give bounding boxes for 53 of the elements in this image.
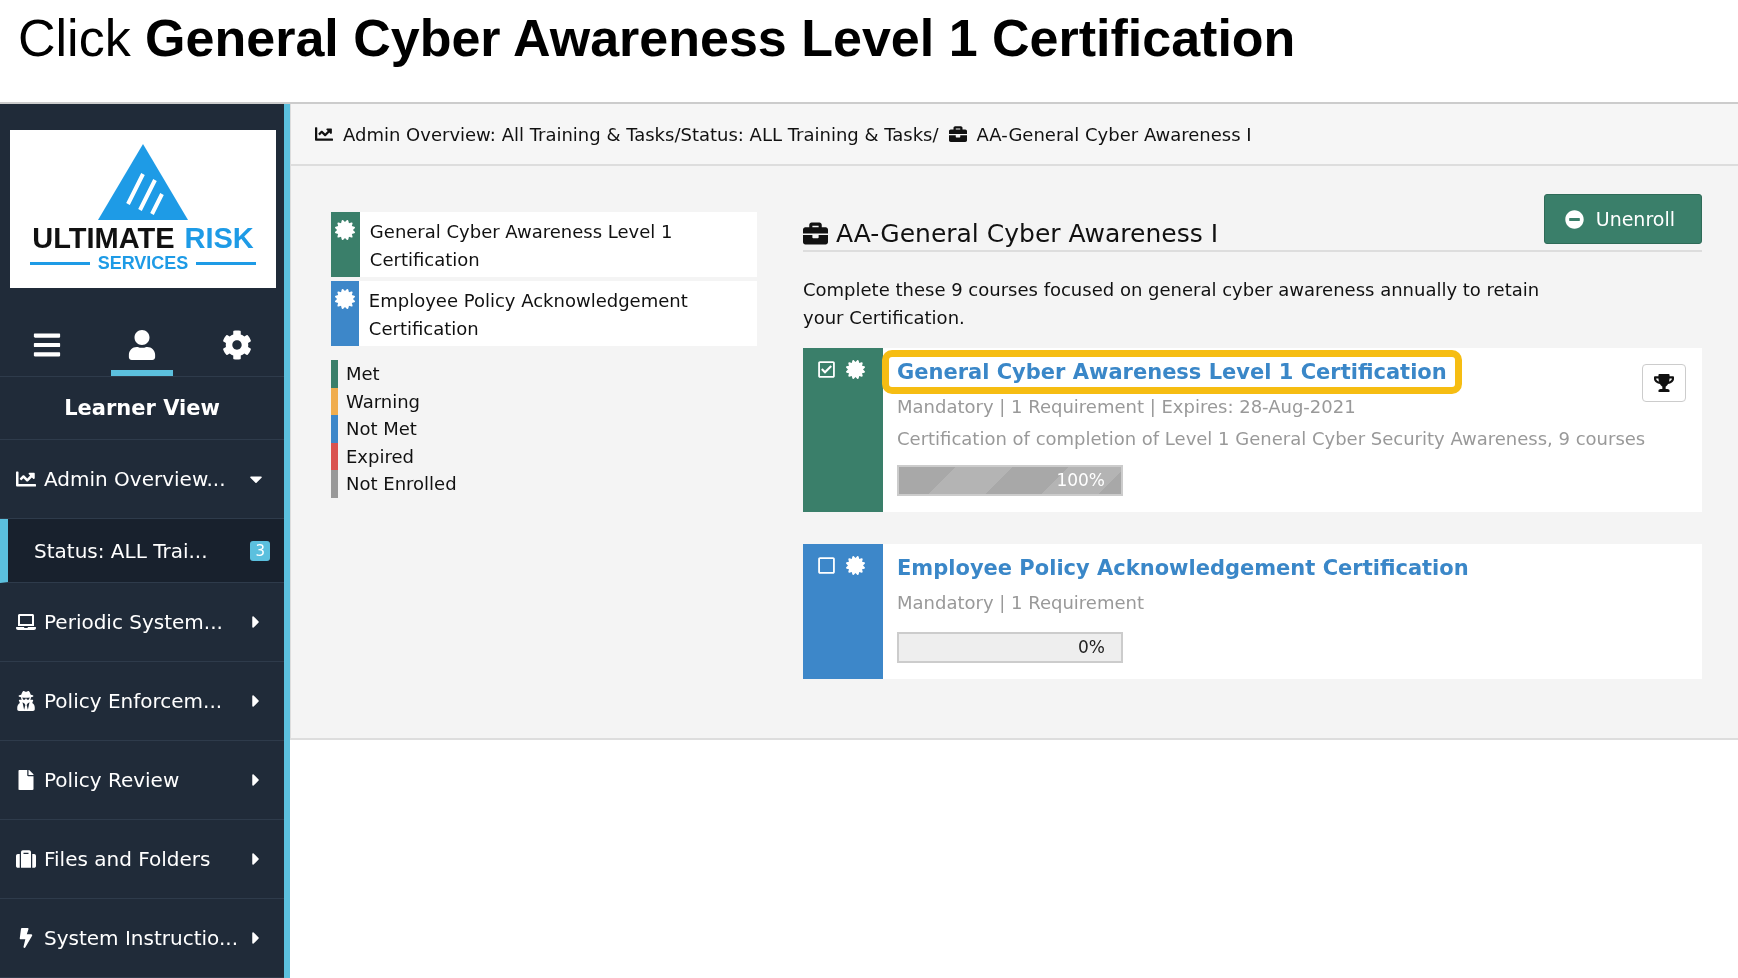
logo-text: RISK bbox=[184, 224, 254, 254]
checkbox[interactable] bbox=[817, 360, 836, 379]
sidebar-item[interactable]: Policy Review bbox=[0, 740, 284, 820]
logo-text: SERVICES bbox=[97, 253, 189, 275]
breadcrumb-path: Admin Overview: All Training & Tasks/Status: ALL Training & Tasks/ bbox=[343, 123, 939, 145]
progress-label: 100% bbox=[1056, 470, 1105, 490]
certificate-icon bbox=[335, 220, 356, 240]
settings-icon bbox=[222, 330, 252, 361]
progress-label: 0% bbox=[1078, 637, 1105, 657]
briefcase-icon bbox=[803, 221, 828, 246]
trophy-button[interactable] bbox=[1642, 364, 1686, 402]
sidebar-item[interactable]: Files and Folders bbox=[0, 819, 284, 899]
file-icon bbox=[16, 769, 36, 790]
view-label: Learner View bbox=[0, 377, 284, 441]
legend-label: Not Enrolled bbox=[346, 472, 457, 496]
chart-icon bbox=[315, 125, 333, 143]
description: Complete these 9 courses focused on general cyber awareness annually to retain your Certification. bbox=[803, 278, 1541, 330]
suitcase-icon bbox=[16, 848, 36, 869]
minus-icon bbox=[1564, 209, 1584, 229]
sidebar-item[interactable]: Policy Enforcem... bbox=[0, 661, 284, 741]
certificate-icon bbox=[846, 360, 865, 379]
course-title-link[interactable]: General Cyber Awareness Level 1 Certification bbox=[882, 350, 1462, 394]
breadcrumb-current: AA-General Cyber Awareness I bbox=[976, 123, 1252, 145]
certification-item[interactable]: Employee Policy Acknowledgement Certification bbox=[331, 281, 757, 346]
unenroll-button[interactable]: Unenroll bbox=[1543, 194, 1702, 244]
course-detail: Certification of completion of Level 1 General Cyber Security Awareness, 9 courses bbox=[897, 428, 1647, 449]
certificate-icon bbox=[846, 556, 865, 575]
course-title-link[interactable]: Employee Policy Acknowledgement Certification bbox=[882, 546, 1484, 590]
legend-label: Not Met bbox=[346, 417, 417, 441]
section-heading: AA-General Cyber Awareness I bbox=[836, 219, 1219, 248]
sidebar-item[interactable]: Status: ALL Trai... 3 bbox=[0, 519, 284, 583]
certification-label: General Cyber Awareness Level 1 Certification bbox=[368, 220, 674, 272]
sidebar-item[interactable]: Periodic System... bbox=[0, 582, 284, 662]
sidebar-item[interactable]: System Instructio... bbox=[0, 898, 284, 978]
legend-label: Warning bbox=[346, 389, 420, 414]
legend-label: Expired bbox=[346, 444, 414, 469]
checkbox[interactable] bbox=[817, 556, 836, 575]
trophy-icon bbox=[1654, 373, 1674, 393]
certification-item[interactable]: General Cyber Awareness Level 1 Certification bbox=[331, 212, 757, 277]
spy-icon bbox=[16, 690, 36, 711]
count-badge: 3 bbox=[250, 540, 270, 561]
chart-icon bbox=[16, 469, 36, 490]
course-meta: Mandatory | 1 Requirement | Expires: 28-Aug-2021 bbox=[897, 395, 1357, 419]
slide-title: Click General Cyber Awareness Level 1 Certification bbox=[17, 8, 1297, 69]
course-meta: Mandatory | 1 Requirement bbox=[897, 591, 1145, 615]
briefcase-icon bbox=[948, 125, 967, 143]
laptop-icon bbox=[16, 611, 36, 632]
certificate-icon bbox=[334, 289, 355, 309]
triangle-logo-icon bbox=[98, 144, 188, 221]
certification-label: Employee Policy Acknowledgement Certification bbox=[367, 289, 689, 341]
legend-label: Met bbox=[346, 362, 380, 386]
logo-text: ULTIMATE bbox=[32, 224, 175, 254]
user-icon bbox=[127, 330, 157, 361]
